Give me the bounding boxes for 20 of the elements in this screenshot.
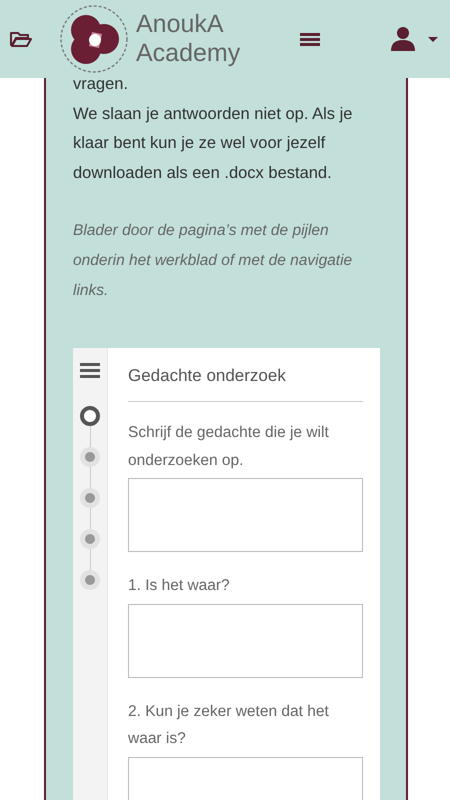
- menu-button[interactable]: [298, 30, 322, 48]
- intro-paragraph: We slaan je antwoorden niet op. Als je klaar bent kun je ze wel voor jezelf downloaden als een .docx bestand.: [73, 104, 354, 184]
- worksheet-title: Gedachte onderzoek: [128, 364, 363, 402]
- step-dot[interactable]: [80, 488, 100, 508]
- menu-button[interactable]: [80, 362, 100, 378]
- folder-icon[interactable]: [10, 31, 32, 47]
- intro-text-fragment: vragen.: [73, 74, 130, 95]
- question-label: 1. Is het waar?: [128, 576, 231, 596]
- step-dot[interactable]: [80, 406, 100, 426]
- step-dot[interactable]: [80, 447, 100, 467]
- question-label: 2. Kun je zeker weten dat het waar is?: [128, 702, 330, 749]
- logo-icon[interactable]: [59, 4, 129, 74]
- answer-box[interactable]: [128, 478, 363, 552]
- question-label: Schrijf de gedachte die je wilt onderzoeken op.: [128, 423, 330, 470]
- answer-box[interactable]: [128, 604, 363, 678]
- step-dot[interactable]: [80, 570, 100, 590]
- navigation-hint: Blader door de pagina’s met de pijlen onderin het werkblad of met de navigatie links.: [73, 221, 354, 301]
- step-dot[interactable]: [80, 529, 100, 549]
- brand-name: AnoukA Academy: [136, 10, 242, 68]
- user-menu-button[interactable]: [390, 27, 440, 51]
